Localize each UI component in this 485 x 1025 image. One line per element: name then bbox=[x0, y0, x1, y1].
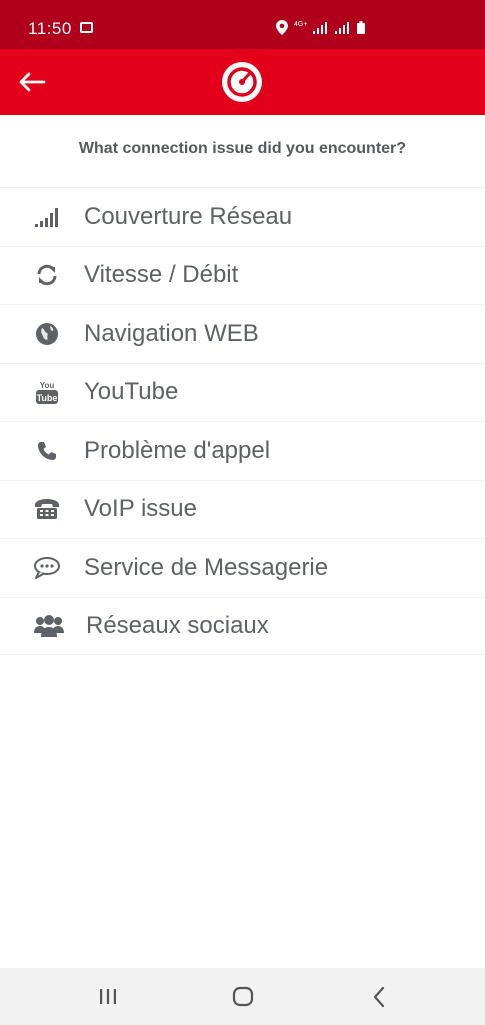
network-type-label: 4G+ bbox=[294, 21, 308, 28]
list-item-youtube[interactable]: You Tube YouTube bbox=[0, 362, 485, 422]
back-nav-icon[interactable] bbox=[366, 984, 394, 1010]
list-item-label: Réseaux sociaux bbox=[86, 611, 269, 639]
back-arrow-icon[interactable] bbox=[18, 69, 48, 95]
status-bar: 11:50 4G+ bbox=[0, 0, 485, 49]
refresh-icon bbox=[32, 262, 62, 288]
youtube-icon: You Tube bbox=[32, 379, 62, 405]
list-item-service-messagerie[interactable]: Service de Messagerie bbox=[0, 538, 485, 597]
speedometer-logo-icon bbox=[222, 62, 262, 102]
location-icon bbox=[276, 20, 288, 35]
signal-strength-icon-1 bbox=[313, 21, 328, 34]
issue-list: Couverture Réseau Vitesse / Débit Naviga… bbox=[0, 187, 485, 655]
list-item-voip-issue[interactable]: VoIP issue bbox=[0, 479, 485, 539]
status-indicators: 4G+ bbox=[276, 20, 366, 35]
signal-strength-icon-2 bbox=[335, 21, 350, 34]
home-icon[interactable] bbox=[229, 984, 257, 1010]
svg-text:You: You bbox=[40, 381, 55, 390]
desk-phone-icon bbox=[32, 496, 62, 522]
status-time: 11:50 bbox=[28, 19, 72, 38]
list-item-reseaux-sociaux[interactable]: Réseaux sociaux bbox=[0, 596, 485, 655]
list-item-label: Vitesse / Débit bbox=[84, 261, 239, 289]
signal-bars-icon bbox=[32, 204, 62, 230]
people-icon bbox=[34, 613, 64, 639]
list-item-label: YouTube bbox=[84, 378, 179, 406]
list-item-label: VoIP issue bbox=[84, 495, 197, 523]
list-item-label: Couverture Réseau bbox=[84, 202, 293, 230]
gallery-notification-icon bbox=[80, 22, 93, 33]
list-item-label: Problème d'appel bbox=[84, 436, 271, 464]
list-item-label: Navigation WEB bbox=[84, 319, 259, 347]
chat-bubble-icon bbox=[32, 555, 62, 581]
system-navigation-bar bbox=[0, 968, 485, 1025]
list-item-navigation-web[interactable]: Navigation WEB bbox=[0, 304, 485, 363]
app-bar bbox=[0, 49, 485, 115]
globe-icon bbox=[32, 321, 62, 347]
phone-icon bbox=[32, 438, 62, 464]
list-item-couverture-reseau[interactable]: Couverture Réseau bbox=[0, 187, 485, 246]
battery-icon bbox=[357, 21, 366, 34]
question-heading: What connection issue did you encounter? bbox=[78, 140, 407, 157]
list-item-vitesse-debit[interactable]: Vitesse / Débit bbox=[0, 245, 485, 305]
recent-apps-icon[interactable] bbox=[94, 984, 122, 1010]
list-item-probleme-appel[interactable]: Problème d'appel bbox=[0, 421, 485, 480]
list-item-label: Service de Messagerie bbox=[84, 553, 329, 581]
svg-text:Tube: Tube bbox=[37, 393, 58, 403]
